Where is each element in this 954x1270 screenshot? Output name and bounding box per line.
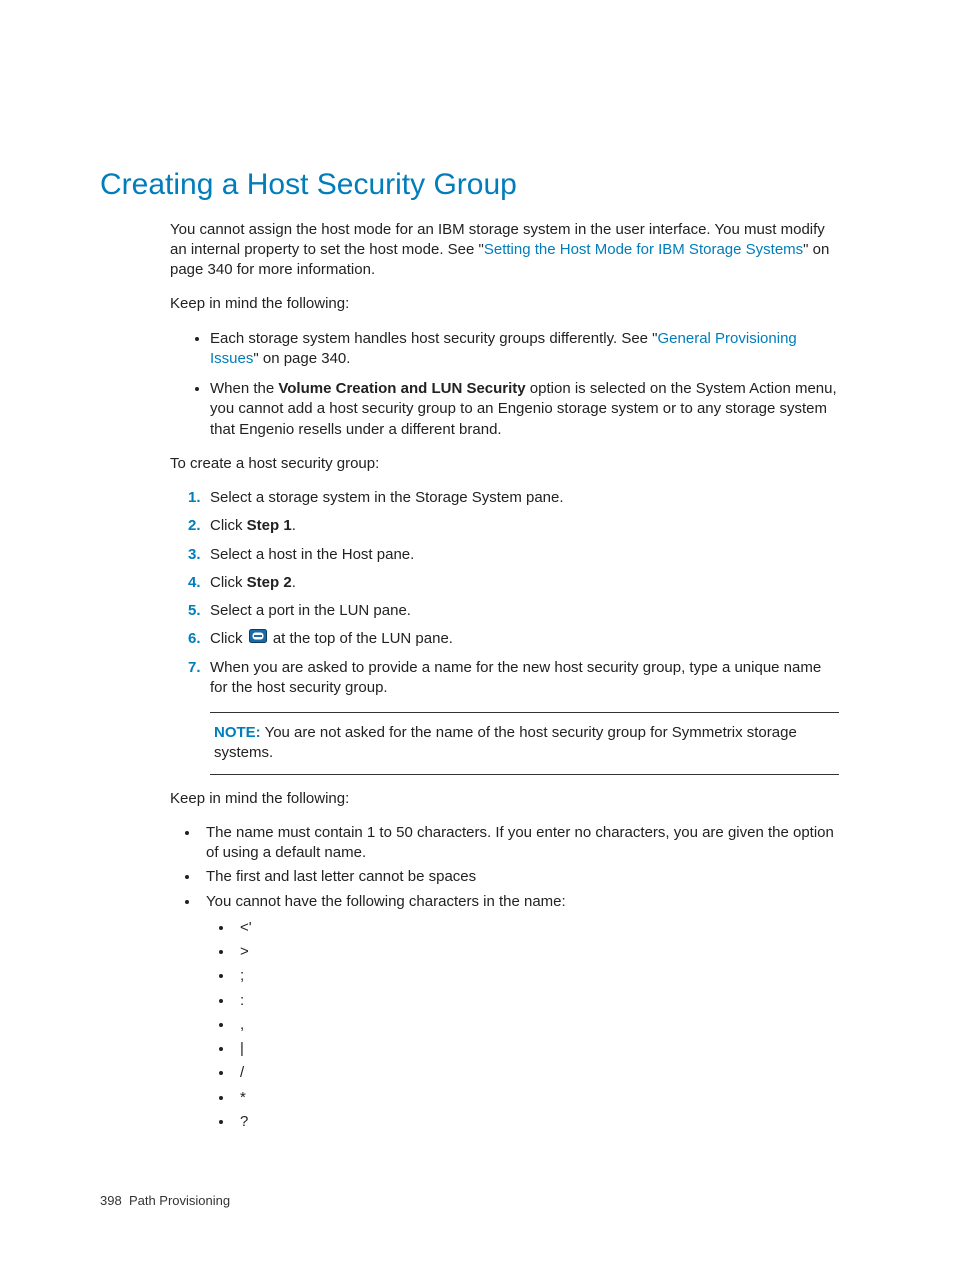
- step-number: 1.: [188, 488, 201, 508]
- step-item: 3.Select a host in the Host pane.: [192, 545, 839, 565]
- section-title: Path Provisioning: [129, 1193, 230, 1208]
- step-post: .: [292, 574, 296, 591]
- body-content: You cannot assign the host mode for an I…: [170, 220, 839, 1133]
- step-text: When you are asked to provide a name for…: [210, 659, 821, 696]
- note-box: NOTE: You are not asked for the name of …: [210, 712, 839, 775]
- page-number: 398: [100, 1193, 122, 1208]
- note-text: You are not asked for the name of the ho…: [214, 724, 797, 761]
- note-label: NOTE:: [214, 724, 261, 741]
- rule-item: You cannot have the following characters…: [200, 892, 839, 1133]
- keep-in-mind-1: Keep in mind the following:: [170, 294, 839, 314]
- step-number: 2.: [188, 516, 201, 536]
- char-item: ?: [234, 1112, 839, 1132]
- step-item: 1.Select a storage system in the Storage…: [192, 488, 839, 508]
- rule-item: The name must contain 1 to 50 characters…: [200, 823, 839, 864]
- step-item: 4.Click Step 2.: [192, 573, 839, 593]
- step-bold: Step 2: [247, 574, 292, 591]
- rules-list: The name must contain 1 to 50 characters…: [170, 823, 839, 1132]
- bullet-pre: When the: [210, 380, 278, 397]
- step-pre: Click: [210, 574, 247, 591]
- intro-paragraph: You cannot assign the host mode for an I…: [170, 220, 839, 281]
- char-item: ;: [234, 966, 839, 986]
- steps-list: 1. Select a storage system in the Storage…: [170, 488, 839, 698]
- step-item: 2.Click Step 1.: [192, 516, 839, 536]
- step-post: .: [292, 517, 296, 534]
- link-set-host-mode[interactable]: Setting the Host Mode for IBM Storage Sy…: [484, 241, 803, 258]
- step-number: 3.: [188, 545, 201, 565]
- char-item: /: [234, 1063, 839, 1083]
- step-text: Select a storage system in the Storage S…: [210, 489, 564, 506]
- step-text: Select a port in the LUN pane.: [210, 602, 411, 619]
- step-number: 7.: [188, 658, 201, 678]
- step-item: 7.When you are asked to provide a name f…: [192, 658, 839, 699]
- step-bold: Step 1: [247, 517, 292, 534]
- step-number: 4.: [188, 573, 201, 593]
- page-footer: 398 Path Provisioning: [100, 1192, 839, 1210]
- step-number: 5.: [188, 601, 201, 621]
- step-post: at the top of the LUN pane.: [269, 630, 453, 647]
- step-pre: Click: [210, 630, 247, 647]
- to-create-text: To create a host security group:: [170, 454, 839, 474]
- step-item: 5.Select a port in the LUN pane.: [192, 601, 839, 621]
- char-item: *: [234, 1088, 839, 1108]
- step-number: 6.: [188, 629, 201, 649]
- bullet-item: Each storage system handles host securit…: [210, 329, 839, 370]
- char-item: <': [234, 918, 839, 938]
- step-text: Select a host in the Host pane.: [210, 546, 414, 563]
- char-list: <' > ; : , | / * ?: [206, 918, 839, 1132]
- char-item: :: [234, 991, 839, 1011]
- step-pre: Click: [210, 517, 247, 534]
- rule-item: The first and last letter cannot be spac…: [200, 867, 839, 887]
- bullet-item: When the Volume Creation and LUN Securit…: [210, 379, 839, 440]
- char-item: >: [234, 942, 839, 962]
- bullets-list-1: Each storage system handles host securit…: [170, 329, 839, 440]
- bullet-pre: Each storage system handles host securit…: [210, 330, 658, 347]
- bullet-bold: Volume Creation and LUN Security: [278, 380, 525, 397]
- document-page: Creating a Host Security Group You canno…: [0, 0, 954, 1270]
- bullet-post: " on page 340.: [253, 350, 350, 367]
- char-item: ,: [234, 1015, 839, 1035]
- keep-in-mind-2: Keep in mind the following:: [170, 789, 839, 809]
- char-item: |: [234, 1039, 839, 1059]
- rule-text: You cannot have the following characters…: [206, 893, 566, 910]
- lun-pane-icon: [249, 629, 267, 649]
- page-heading: Creating a Host Security Group: [100, 165, 839, 206]
- step-item: 6.Click at the top of the LUN pane.: [192, 629, 839, 649]
